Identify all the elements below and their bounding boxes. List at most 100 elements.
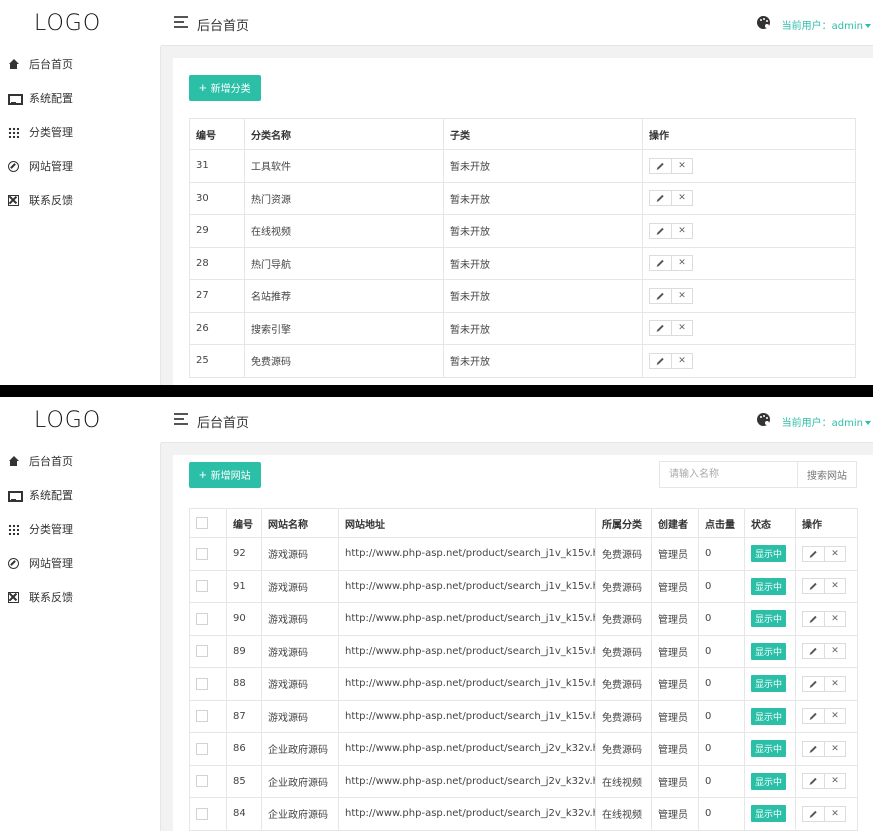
status-badge[interactable]: 显示中 [751,675,787,693]
logo[interactable]: LOGO [0,397,161,443]
site-creator: 管理员 [651,764,699,798]
sidebar-item-sites[interactable]: 网站管理 [0,546,160,580]
delete-button[interactable]: ✕ [824,611,845,626]
delete-button[interactable]: ✕ [671,321,692,336]
site-actions: ✕ [795,764,858,798]
sidebar-item-home[interactable]: 后台首页 [0,47,160,81]
current-user-menu[interactable]: 当前用户：admin [782,17,871,32]
site-search-button[interactable]: 搜索网站 [797,462,856,487]
delete-button[interactable]: ✕ [671,256,692,271]
logo[interactable]: LOGO [0,0,161,46]
site-search-input[interactable] [660,462,797,487]
status-badge[interactable]: 显示中 [751,772,787,790]
row-checkbox[interactable] [196,775,208,788]
delete-button[interactable]: ✕ [824,806,845,821]
row-checkbox[interactable] [196,612,208,625]
current-user-menu[interactable]: 当前用户：admin [782,414,871,429]
sidebar-item-categories[interactable]: 分类管理 [0,512,160,546]
sidebar-item-sites[interactable]: 网站管理 [0,149,160,183]
edit-button[interactable] [803,741,824,756]
category-sub: 暂未开放 [443,214,643,248]
close-icon: ✕ [678,290,686,301]
row-checkbox[interactable] [196,580,208,593]
delete-button[interactable]: ✕ [824,774,845,789]
delete-button[interactable]: ✕ [824,546,845,561]
palette-icon[interactable] [757,16,770,29]
category-screen: LOGO 后台首页 当前用户：admin 后台首页 系统配置 分类管理 网站管理… [0,0,873,385]
edit-button[interactable] [803,546,824,561]
menu-toggle-icon[interactable] [174,413,188,425]
table-header-row: 编号 网站名称 网站地址 所属分类 创建者 点击量 状态 操作 [189,508,858,538]
edit-button[interactable] [803,644,824,659]
table-row: 31 工具软件 暂未开放 ✕ [189,149,856,183]
status-badge[interactable]: 显示中 [751,610,787,628]
site-actions: ✕ [795,602,858,636]
edit-button[interactable] [650,321,671,336]
sidebar-item-feedback[interactable]: 联系反馈 [0,183,160,217]
delete-button[interactable]: ✕ [824,709,845,724]
close-icon: ✕ [831,646,839,657]
sidebar-item-home[interactable]: 后台首页 [0,444,160,478]
status-badge[interactable]: 显示中 [751,545,787,563]
edit-button[interactable] [650,158,671,173]
status-badge[interactable]: 显示中 [751,642,787,660]
delete-button[interactable]: ✕ [671,158,692,173]
edit-button[interactable] [803,611,824,626]
delete-button[interactable]: ✕ [824,644,845,659]
delete-button[interactable]: ✕ [671,223,692,238]
site-creator: 管理员 [651,699,699,733]
add-site-button[interactable]: + 新增网站 [189,462,261,488]
palette-icon[interactable] [757,413,770,426]
row-checkbox[interactable] [196,710,208,723]
add-category-button[interactable]: + 新增分类 [189,75,261,101]
sidebar: 后台首页 系统配置 分类管理 网站管理 联系反馈 [0,46,161,385]
row-checkbox[interactable] [196,645,208,658]
site-name: 企业政府源码 [261,732,339,766]
site-id: 88 [226,667,262,701]
site-url: http://www.php-asp.net/product/search_j2… [338,732,596,766]
delete-button[interactable]: ✕ [671,288,692,303]
row-checkbox[interactable] [196,677,208,690]
close-icon: ✕ [678,323,686,334]
select-all-checkbox[interactable] [196,517,208,529]
pencil-icon [657,357,664,364]
row-actions: ✕ [802,610,846,627]
edit-button[interactable] [650,256,671,271]
category-id: 25 [189,344,245,378]
logo-text: LOGO [34,10,102,36]
delete-button[interactable]: ✕ [824,579,845,594]
sidebar-item-feedback[interactable]: 联系反馈 [0,580,160,614]
edit-button[interactable] [650,223,671,238]
row-checkbox[interactable] [196,807,208,820]
edit-button[interactable] [803,709,824,724]
sidebar-item-categories[interactable]: 分类管理 [0,115,160,149]
delete-button[interactable]: ✕ [671,191,692,206]
row-checkbox[interactable] [196,547,208,560]
menu-toggle-icon[interactable] [174,16,188,28]
close-icon: ✕ [831,776,839,787]
status-badge[interactable]: 显示中 [751,740,787,758]
edit-button[interactable] [650,191,671,206]
status-badge[interactable]: 显示中 [751,707,787,725]
status-badge[interactable]: 显示中 [751,577,787,595]
delete-button[interactable]: ✕ [824,741,845,756]
site-status: 显示中 [744,667,796,701]
status-badge[interactable]: 显示中 [751,805,787,823]
column-header: 分类名称 [244,118,444,150]
delete-button[interactable]: ✕ [671,353,692,368]
sidebar-item-system-config[interactable]: 系统配置 [0,478,160,512]
site-category: 免费源码 [595,667,652,701]
table-row: 90 游戏源码 http://www.php-asp.net/product/sea… [189,602,858,636]
column-header: 编号 [189,118,245,150]
edit-button[interactable] [803,676,824,691]
table-row: 30 热门资源 暂未开放 ✕ [189,181,856,215]
edit-button[interactable] [650,288,671,303]
edit-button[interactable] [803,774,824,789]
site-status: 显示中 [744,634,796,668]
edit-button[interactable] [803,579,824,594]
edit-button[interactable] [803,806,824,821]
row-checkbox[interactable] [196,742,208,755]
edit-button[interactable] [650,353,671,368]
delete-button[interactable]: ✕ [824,676,845,691]
sidebar-item-system-config[interactable]: 系统配置 [0,81,160,115]
